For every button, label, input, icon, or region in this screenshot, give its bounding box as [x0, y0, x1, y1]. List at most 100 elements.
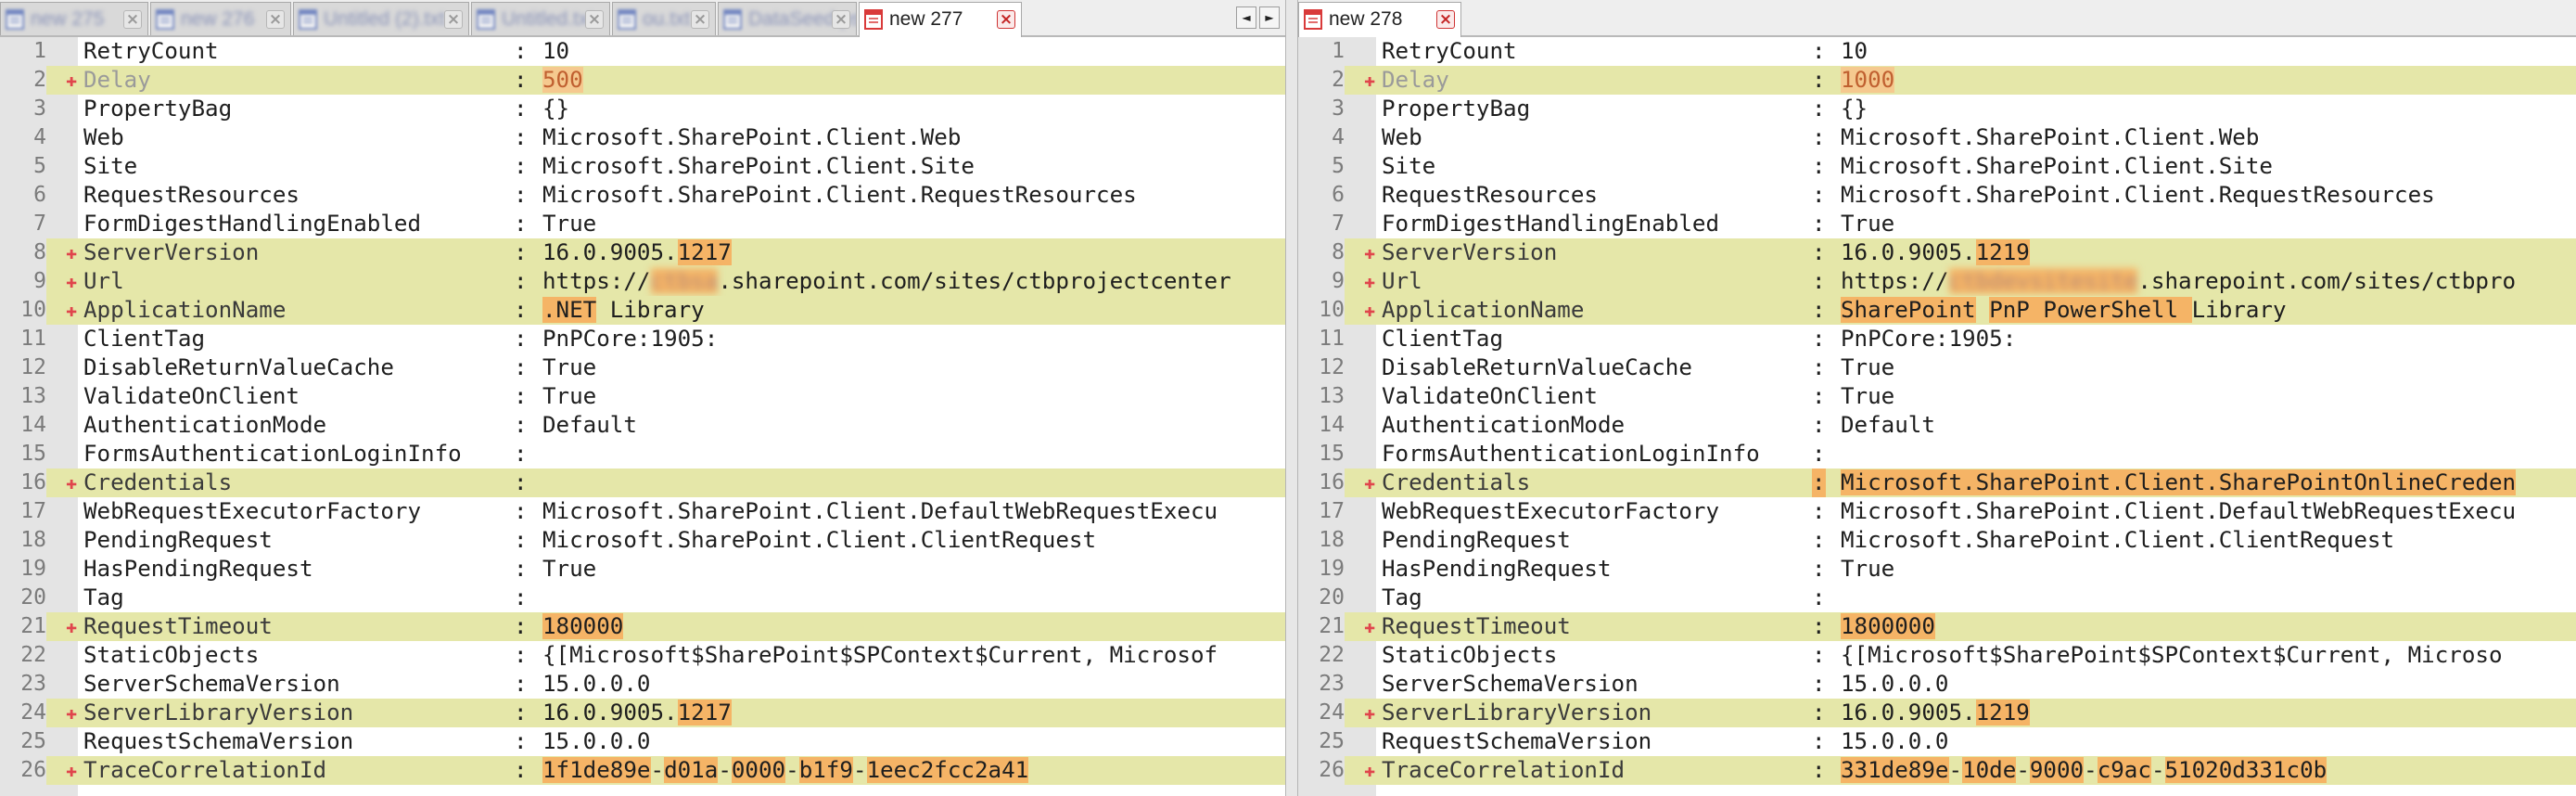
diff-line[interactable]: 2 ✚ Delay:500 [0, 66, 1285, 95]
code-line[interactable]: 5 Site: Microsoft.SharePoint.Client.Site [0, 152, 1285, 181]
tab-ou-txt[interactable]: ou.txt × [612, 2, 716, 35]
diff-line[interactable]: 24 ✚ ServerLibraryVersion:16.0.9005.1219 [1298, 699, 2576, 727]
tab-new-277[interactable]: new 277 × [859, 2, 1022, 37]
code-line[interactable]: 19 HasPendingRequest: True [1298, 555, 2576, 584]
diff-line[interactable]: 9 ✚ Url: https://ctbsa.sharepoint.com/sites… [0, 267, 1285, 296]
code-line[interactable]: 14 AuthenticationMode: Default [1298, 411, 2576, 440]
code-line[interactable]: 12 DisableReturnValueCache: True [1298, 353, 2576, 382]
line-number: 14 [1319, 413, 1345, 437]
property-value: 16.0.9005.1217 [542, 699, 732, 727]
code-line[interactable]: 25 RequestSchemaVersion:15.0.0.0 [1298, 727, 2576, 756]
right-tab-bar: new 278 × [1298, 0, 2576, 37]
changed-chars: 500 [542, 67, 583, 93]
property-name: PropertyBag [83, 96, 233, 122]
code-line[interactable]: 20 Tag: [1298, 584, 2576, 612]
diff-marker-icon: ✚ [65, 299, 78, 321]
diff-line[interactable]: 10 ✚ ApplicationName: .NET Library [0, 296, 1285, 325]
separator: : [1812, 757, 1826, 783]
diff-marker-icon: ✚ [1363, 615, 1376, 637]
diff-line[interactable]: 21 ✚ RequestTimeout:180000 [0, 612, 1285, 641]
diff-marker-icon: ✚ [1363, 299, 1376, 321]
tab-untitled-txt[interactable]: Untitled.txt × [471, 2, 610, 35]
code-line[interactable]: 15 FormsAuthenticationLoginInfo: [1298, 440, 2576, 469]
close-icon[interactable]: × [1436, 10, 1455, 29]
tab-scroll-left-button[interactable]: ◄ [1236, 6, 1256, 29]
diff-marker-icon: ✚ [65, 241, 78, 263]
code-line[interactable]: 18 PendingRequest: Microsoft.SharePoint.Cl… [1298, 526, 2576, 555]
close-icon[interactable]: × [444, 10, 463, 29]
tab-new-278[interactable]: new 278 × [1298, 2, 1461, 37]
diff-line[interactable]: 9 ✚ Url: https://ctbdevsitesite.sharepoint.… [1298, 267, 2576, 296]
left-editor[interactable]: 1 RetryCount:10 2 ✚ Delay:500 3 PropertyBag:{}… [0, 37, 1285, 796]
value-text: True [542, 211, 597, 237]
value-text: - [650, 757, 665, 783]
diff-line[interactable]: 8 ✚ ServerVersion:16.0.9005.1217 [0, 238, 1285, 267]
line-number: 17 [1319, 499, 1345, 523]
property-name: RequestResources [83, 182, 300, 208]
code-line[interactable]: 23 ServerSchemaVersion:15.0.0.0 [1298, 670, 2576, 699]
close-icon[interactable]: × [691, 10, 709, 29]
value-text: True [1841, 556, 1895, 582]
code-line[interactable]: 4 Web: Microsoft.SharePoint.Client.Web [1298, 123, 2576, 152]
value-text: 16.0.9005. [1841, 700, 1976, 725]
code-line[interactable]: 17 WebRequestExecutorFactory: Microsoft.Sh… [0, 497, 1285, 526]
code-line[interactable]: 11 ClientTag: PnPCore:1905: [0, 325, 1285, 353]
diff-line[interactable]: 2 ✚ Delay:1000 [1298, 66, 2576, 95]
code-line[interactable]: 13 ValidateOnClient: True [1298, 382, 2576, 411]
diff-line[interactable]: 10 ✚ ApplicationName: SharePoint PnP PowerS… [1298, 296, 2576, 325]
code-line[interactable]: 19 HasPendingRequest: True [0, 555, 1285, 584]
pane-splitter[interactable] [1285, 0, 1298, 796]
line-number: 11 [1319, 327, 1345, 351]
code-line[interactable]: 14 AuthenticationMode: Default [0, 411, 1285, 440]
line-number: 21 [1298, 612, 1345, 641]
code-line[interactable]: 6 RequestResources: Microsoft.SharePoint.C… [1298, 181, 2576, 210]
diff-line[interactable]: 26 ✚ TraceCorrelationId:1f1de89e-d01a-0000… [0, 756, 1285, 785]
separator: : [1812, 441, 1826, 467]
diff-line[interactable]: 21 ✚ RequestTimeout:1800000 [1298, 612, 2576, 641]
tab-dataseed-ps1[interactable]: DataSeed.ps1× [718, 2, 857, 35]
diff-line[interactable]: 8 ✚ ServerVersion:16.0.9005.1219 [1298, 238, 2576, 267]
diff-line[interactable]: 16 ✚ Credentials: Microsoft.SharePoint.Clie… [1298, 469, 2576, 497]
right-editor[interactable]: 1 RetryCount:10 2 ✚ Delay:1000 3 PropertyBag:{… [1298, 37, 2576, 796]
diff-line[interactable]: 24 ✚ ServerLibraryVersion:16.0.9005.1217 [0, 699, 1285, 727]
code-line[interactable]: 7 FormDigestHandlingEnabled: True [0, 210, 1285, 238]
code-line[interactable]: 22 StaticObjects: {[Microsoft$SharePoint$S… [1298, 641, 2576, 670]
left-tab-bar: new 275 × new 276 × Untitled (2).txt × Untitle… [0, 0, 1285, 37]
code-line[interactable]: 17 WebRequestExecutorFactory: Microsoft.Sh… [1298, 497, 2576, 526]
code-line[interactable]: 23 ServerSchemaVersion:15.0.0.0 [0, 670, 1285, 699]
code-line[interactable]: 7 FormDigestHandlingEnabled: True [1298, 210, 2576, 238]
separator: : [514, 268, 528, 294]
code-line[interactable]: 5 Site: Microsoft.SharePoint.Client.Site [1298, 152, 2576, 181]
code-line[interactable]: 1 RetryCount:10 [0, 37, 1285, 66]
code-line[interactable]: 1 RetryCount:10 [1298, 37, 2576, 66]
code-line[interactable]: 20 Tag: [0, 584, 1285, 612]
code-line[interactable]: 18 PendingRequest: Microsoft.SharePoint.Cl… [0, 526, 1285, 555]
value-text: Microsoft.SharePoint.Client.ClientReques… [542, 527, 1097, 553]
code-line[interactable]: 22 StaticObjects: {[Microsoft$SharePoint$S… [0, 641, 1285, 670]
diff-line[interactable]: 26 ✚ TraceCorrelationId:331de89e-10de-9000… [1298, 756, 2576, 785]
tab-scroll-right-button[interactable]: ► [1259, 6, 1280, 29]
close-icon[interactable]: × [997, 10, 1015, 29]
code-line[interactable]: 13 ValidateOnClient: True [0, 382, 1285, 411]
value-text: Microsoft.SharePoint.Client.DefaultWebRe… [542, 498, 1218, 524]
tab-label: ou.txt [643, 8, 691, 30]
tab-untitled-2-txt[interactable]: Untitled (2).txt × [293, 2, 469, 35]
close-icon[interactable]: × [832, 10, 850, 29]
close-icon[interactable]: × [266, 10, 285, 29]
diff-line[interactable]: 16 ✚ Credentials: [0, 469, 1285, 497]
code-line[interactable]: 3 PropertyBag: {} [1298, 95, 2576, 123]
code-line[interactable]: 4 Web: Microsoft.SharePoint.Client.Web [0, 123, 1285, 152]
code-line[interactable]: 6 RequestResources: Microsoft.SharePoint.C… [0, 181, 1285, 210]
close-icon[interactable]: × [585, 10, 604, 29]
close-icon[interactable]: × [123, 10, 142, 29]
code-line[interactable]: 11 ClientTag: PnPCore:1905: [1298, 325, 2576, 353]
tab-new-275[interactable]: new 275 × [0, 2, 148, 35]
value-text: 10 [542, 38, 570, 64]
code-line[interactable]: 12 DisableReturnValueCache: True [0, 353, 1285, 382]
code-line[interactable]: 15 FormsAuthenticationLoginInfo: [0, 440, 1285, 469]
tab-label: Untitled.txt [502, 8, 594, 30]
code-line[interactable]: 3 PropertyBag: {} [0, 95, 1285, 123]
code-line[interactable]: 25 RequestSchemaVersion:15.0.0.0 [0, 727, 1285, 756]
tab-new-276[interactable]: new 276 × [150, 2, 291, 35]
changed-chars: 1f1de89e [542, 757, 651, 783]
